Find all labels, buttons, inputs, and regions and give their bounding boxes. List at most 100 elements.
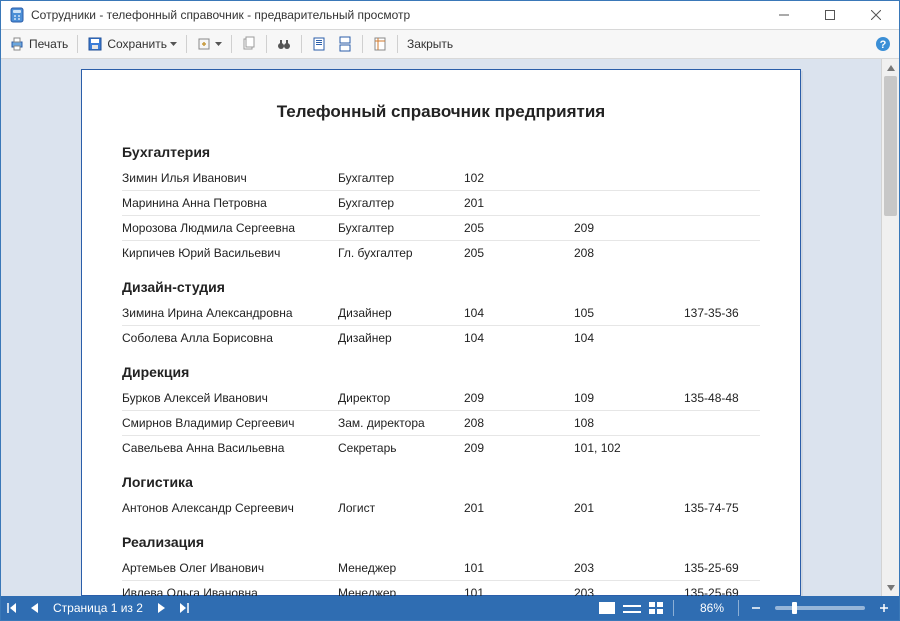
employee-role: Логист bbox=[338, 501, 464, 515]
single-page-icon bbox=[311, 36, 327, 52]
employee-row: Савельева Анна ВасильевнаСекретарь209101… bbox=[122, 436, 760, 460]
employee-row: Ивлева Ольга ИвановнаМенеджер101203135-2… bbox=[122, 581, 760, 596]
maximize-button[interactable] bbox=[807, 1, 853, 29]
page-indicator: Страница 1 из 2 bbox=[45, 601, 151, 615]
find-button[interactable] bbox=[272, 33, 296, 55]
print-label: Печать bbox=[29, 37, 68, 51]
view-mode-facing[interactable] bbox=[619, 601, 645, 615]
viewer-area: Телефонный справочник предприятия Бухгал… bbox=[1, 59, 899, 596]
employee-ext1: 104 bbox=[464, 306, 574, 320]
titlebar: Сотрудники - телефонный справочник - пре… bbox=[1, 1, 899, 29]
employee-ext2: 201 bbox=[574, 501, 684, 515]
employee-ext2: 108 bbox=[574, 416, 684, 430]
window-title: Сотрудники - телефонный справочник - пре… bbox=[31, 8, 410, 22]
svg-text:?: ? bbox=[880, 39, 887, 51]
employee-ext2: 209 bbox=[574, 221, 684, 235]
close-label: Закрыть bbox=[407, 37, 453, 51]
save-button[interactable]: Сохранить bbox=[83, 33, 181, 55]
employee-name: Смирнов Владимир Сергеевич bbox=[122, 416, 338, 430]
employee-role: Бухгалтер bbox=[338, 196, 464, 210]
next-page-button[interactable] bbox=[151, 596, 173, 620]
employee-row: Морозова Людмила СергеевнаБухгалтер20520… bbox=[122, 216, 760, 240]
employee-phone: 135-25-69 bbox=[684, 561, 760, 575]
print-button[interactable]: Печать bbox=[5, 33, 72, 55]
employee-role: Бухгалтер bbox=[338, 171, 464, 185]
employee-role: Директор bbox=[338, 391, 464, 405]
toolbar-separator bbox=[362, 35, 363, 53]
close-preview-button[interactable]: Закрыть bbox=[403, 33, 457, 55]
help-button[interactable]: ? bbox=[871, 33, 895, 55]
department-heading: Реализация bbox=[122, 534, 760, 550]
employee-name: Бурков Алексей Иванович bbox=[122, 391, 338, 405]
employee-role: Менеджер bbox=[338, 586, 464, 596]
employee-name: Маринина Анна Петровна bbox=[122, 196, 338, 210]
dropdown-caret-icon bbox=[170, 42, 177, 46]
employee-name: Кирпичев Юрий Васильевич bbox=[122, 246, 338, 260]
page-preview: Телефонный справочник предприятия Бухгал… bbox=[81, 69, 801, 596]
employee-row: Антонов Александр СергеевичЛогист2012011… bbox=[122, 496, 760, 520]
vertical-scrollbar[interactable] bbox=[881, 59, 899, 596]
view-continuous-button[interactable] bbox=[333, 33, 357, 55]
employee-ext1: 209 bbox=[464, 441, 574, 455]
zoom-slider-knob[interactable] bbox=[792, 602, 797, 614]
employee-ext2: 105 bbox=[574, 306, 684, 320]
employee-row: Смирнов Владимир СергеевичЗам. директора… bbox=[122, 411, 760, 435]
employee-role: Секретарь bbox=[338, 441, 464, 455]
employee-role: Гл. бухгалтер bbox=[338, 246, 464, 260]
toolbar-separator bbox=[397, 35, 398, 53]
app-icon bbox=[9, 7, 25, 23]
last-page-button[interactable] bbox=[173, 596, 195, 620]
first-page-button[interactable] bbox=[1, 596, 23, 620]
export-button[interactable] bbox=[192, 33, 226, 55]
employee-name: Морозова Людмила Сергеевна bbox=[122, 221, 338, 235]
employee-ext1: 102 bbox=[464, 171, 574, 185]
toolbar-separator bbox=[301, 35, 302, 53]
toolbar: Печать Сохранить bbox=[1, 29, 899, 59]
employee-ext2: 101, 102 bbox=[574, 441, 684, 455]
help-icon: ? bbox=[875, 36, 891, 52]
employee-ext1: 209 bbox=[464, 391, 574, 405]
prev-page-button[interactable] bbox=[23, 596, 45, 620]
employee-ext2: 208 bbox=[574, 246, 684, 260]
department-heading: Дизайн-студия bbox=[122, 279, 760, 295]
view-single-page-button[interactable] bbox=[307, 33, 331, 55]
scrollbar-thumb[interactable] bbox=[884, 76, 897, 216]
copy-icon bbox=[241, 36, 257, 52]
statusbar: Страница 1 из 2 86% bbox=[1, 596, 899, 620]
employee-ext1: 101 bbox=[464, 586, 574, 596]
minimize-button[interactable] bbox=[761, 1, 807, 29]
page-viewport[interactable]: Телефонный справочник предприятия Бухгал… bbox=[1, 59, 881, 596]
employee-ext2: 109 bbox=[574, 391, 684, 405]
employee-name: Артемьев Олег Иванович bbox=[122, 561, 338, 575]
employee-name: Соболева Алла Борисовна bbox=[122, 331, 338, 345]
employee-ext1: 201 bbox=[464, 196, 574, 210]
view-mode-grid[interactable] bbox=[645, 602, 667, 614]
employee-ext2: 104 bbox=[574, 331, 684, 345]
employee-ext1: 201 bbox=[464, 501, 574, 515]
toolbar-separator bbox=[231, 35, 232, 53]
employee-row: Зимина Ирина АлександровнаДизайнер104105… bbox=[122, 301, 760, 325]
dropdown-caret-icon bbox=[215, 42, 222, 46]
employee-ext1: 208 bbox=[464, 416, 574, 430]
export-icon bbox=[196, 36, 212, 52]
zoom-in-button[interactable] bbox=[873, 596, 895, 620]
employee-ext2: 203 bbox=[574, 561, 684, 575]
employee-name: Антонов Александр Сергеевич bbox=[122, 501, 338, 515]
view-mode-single[interactable] bbox=[595, 602, 619, 614]
employee-role: Дизайнер bbox=[338, 306, 464, 320]
scroll-down-icon[interactable] bbox=[882, 579, 899, 596]
zoom-out-button[interactable] bbox=[745, 596, 767, 620]
close-window-button[interactable] bbox=[853, 1, 899, 29]
toolbar-separator bbox=[186, 35, 187, 53]
scroll-up-icon[interactable] bbox=[882, 59, 899, 76]
document-title: Телефонный справочник предприятия bbox=[122, 102, 760, 122]
toolbar-separator bbox=[266, 35, 267, 53]
page-setup-button[interactable] bbox=[368, 33, 392, 55]
employee-phone: 137-35-36 bbox=[684, 306, 760, 320]
zoom-slider[interactable] bbox=[775, 606, 865, 610]
copy-button[interactable] bbox=[237, 33, 261, 55]
employee-row: Кирпичев Юрий ВасильевичГл. бухгалтер205… bbox=[122, 241, 760, 265]
employee-ext1: 101 bbox=[464, 561, 574, 575]
employee-row: Соболева Алла БорисовнаДизайнер104104 bbox=[122, 326, 760, 350]
zoom-percent: 86% bbox=[680, 601, 732, 615]
